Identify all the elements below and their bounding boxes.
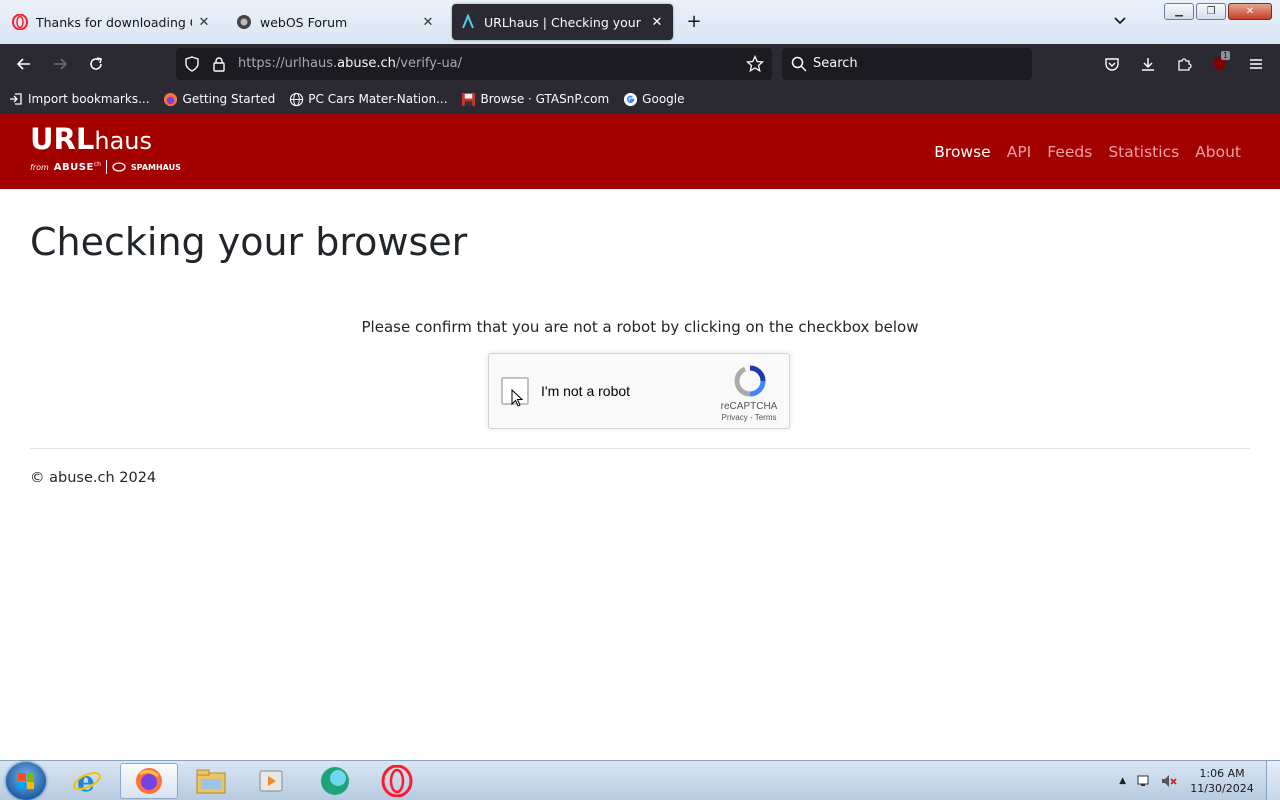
start-button[interactable]	[6, 762, 46, 800]
extensions-icon[interactable]	[1172, 52, 1196, 76]
taskbar-firefox[interactable]	[120, 763, 178, 799]
close-tab-icon[interactable]: ✕	[649, 15, 665, 30]
bookmark-pc-cars[interactable]: PC Cars Mater-Nation...	[288, 91, 448, 107]
clock-time: 1:06 AM	[1199, 767, 1245, 780]
mouse-cursor-icon	[511, 389, 523, 407]
volume-muted-icon[interactable]	[1160, 773, 1178, 789]
reload-icon[interactable]	[84, 52, 108, 76]
close-tab-icon[interactable]: ✕	[420, 15, 436, 30]
taskbar-browser[interactable]	[306, 763, 364, 799]
google-icon	[622, 91, 638, 107]
show-hidden-icons-icon[interactable]: ▲	[1119, 776, 1126, 786]
tab-title: Thanks for downloading Opera	[36, 14, 192, 30]
menu-hamburger-icon[interactable]	[1244, 52, 1268, 76]
recaptcha-logo-icon	[734, 365, 766, 397]
floppy-icon	[461, 91, 477, 107]
downloads-icon[interactable]	[1136, 52, 1160, 76]
system-clock[interactable]: 1:06 AM 11/30/2024	[1186, 766, 1258, 796]
bookmark-star-icon[interactable]	[745, 54, 765, 77]
search-box[interactable]: Search	[782, 48, 1032, 80]
site-nav: Browse API Feeds Statistics About	[934, 143, 1241, 161]
forward-arrow-icon[interactable]	[48, 52, 72, 76]
tab-opera-download[interactable]: Thanks for downloading Opera ✕	[4, 4, 220, 40]
windows-taskbar: e ▲ 1:06 AM 11/30/2024	[0, 760, 1280, 800]
recaptcha-links: Privacy - Terms	[721, 413, 777, 422]
captcha-instructions: Please confirm that you are not a robot …	[361, 318, 919, 336]
tab-strip: Thanks for downloading Opera ✕ webOS For…	[0, 0, 1280, 44]
tab-title: URLhaus | Checking your brows	[484, 14, 645, 30]
tab-title: webOS Forum	[260, 14, 348, 30]
media-player-icon	[259, 770, 283, 792]
url-text[interactable]: https://urlhaus.abuse.ch/verify-ua/	[238, 56, 462, 71]
page-title: Checking your browser	[30, 220, 468, 264]
nav-browse[interactable]: Browse	[934, 143, 990, 161]
spamhaus-icon	[112, 162, 126, 172]
tab-urlhaus[interactable]: URLhaus | Checking your brows ✕	[452, 4, 673, 40]
close-window-icon[interactable]: ✕	[1228, 3, 1272, 20]
recaptcha-widget: I'm not a robot reCAPTCHA Privacy - Term…	[488, 353, 790, 429]
taskbar-media-player[interactable]	[242, 763, 300, 799]
taskbar-internet-explorer[interactable]: e	[58, 763, 116, 799]
address-bar[interactable]: https://urlhaus.abuse.ch/verify-ua/	[176, 48, 772, 80]
lock-icon[interactable]	[212, 56, 226, 76]
minimize-icon[interactable]: ▁	[1164, 3, 1194, 20]
recaptcha-brand: reCAPTCHA	[720, 401, 778, 412]
bookmark-import[interactable]: Import bookmarks...	[8, 91, 150, 107]
bookmark-gtasnp[interactable]: Browse · GTASnP.com	[461, 91, 609, 107]
browser-globe-icon	[321, 767, 349, 795]
firefox-icon	[136, 768, 162, 794]
opera-icon	[12, 14, 28, 30]
privacy-link[interactable]: Privacy	[722, 413, 748, 422]
tab-webos-forum[interactable]: webOS Forum ✕	[228, 4, 444, 40]
nav-api[interactable]: API	[1007, 143, 1032, 161]
bookmarks-toolbar: Import bookmarks... Getting Started PC C…	[0, 85, 1280, 113]
search-icon	[791, 56, 807, 76]
urlhaus-logo[interactable]: URLhaus from ABUSE ch SPAMHAUS	[30, 123, 200, 179]
terms-link[interactable]: Terms	[755, 413, 777, 422]
nav-about[interactable]: About	[1195, 143, 1241, 161]
import-icon	[8, 91, 24, 107]
site-header: URLhaus from ABUSE ch SPAMHAUS Browse AP…	[0, 113, 1280, 189]
navigation-toolbar: https://urlhaus.abuse.ch/verify-ua/ Sear…	[0, 44, 1280, 85]
window-controls: ▁ ❐ ✕	[1164, 3, 1272, 20]
network-icon[interactable]	[1136, 773, 1152, 789]
internet-explorer-icon: e	[73, 766, 101, 796]
divider	[30, 448, 1250, 449]
nav-statistics[interactable]: Statistics	[1108, 143, 1179, 161]
new-tab-icon[interactable]: +	[684, 12, 704, 32]
search-input[interactable]: Search	[813, 56, 858, 71]
clock-date: 11/30/2024	[1190, 782, 1254, 795]
globe-icon	[288, 91, 304, 107]
urlhaus-favicon	[460, 14, 476, 30]
taskbar-file-explorer[interactable]	[182, 763, 240, 799]
ublock-icon[interactable]: 1	[1208, 51, 1232, 76]
extension-badge: 1	[1221, 51, 1231, 60]
back-arrow-icon[interactable]	[12, 52, 36, 76]
forum-favicon	[236, 14, 252, 30]
captcha-label[interactable]: I'm not a robot	[541, 383, 630, 399]
pocket-icon[interactable]	[1100, 52, 1124, 76]
opera-icon	[381, 765, 413, 797]
restore-icon[interactable]: ❐	[1196, 3, 1226, 20]
bookmark-getting-started[interactable]: Getting Started	[163, 91, 275, 107]
nav-feeds[interactable]: Feeds	[1047, 143, 1092, 161]
windows-logo-icon	[18, 773, 34, 789]
system-tray: ▲ 1:06 AM 11/30/2024	[1119, 761, 1280, 800]
svg-text:e: e	[77, 766, 95, 796]
tracking-shield-icon[interactable]	[184, 56, 200, 76]
firefox-icon	[163, 91, 179, 107]
bookmark-google[interactable]: Google	[622, 91, 685, 107]
taskbar-opera[interactable]	[368, 763, 426, 799]
close-tab-icon[interactable]: ✕	[196, 15, 212, 30]
chevron-down-icon[interactable]	[1110, 12, 1130, 32]
footer-copyright: © abuse.ch 2024	[30, 470, 157, 486]
file-explorer-icon	[196, 769, 226, 794]
show-desktop-button[interactable]	[1266, 761, 1280, 800]
